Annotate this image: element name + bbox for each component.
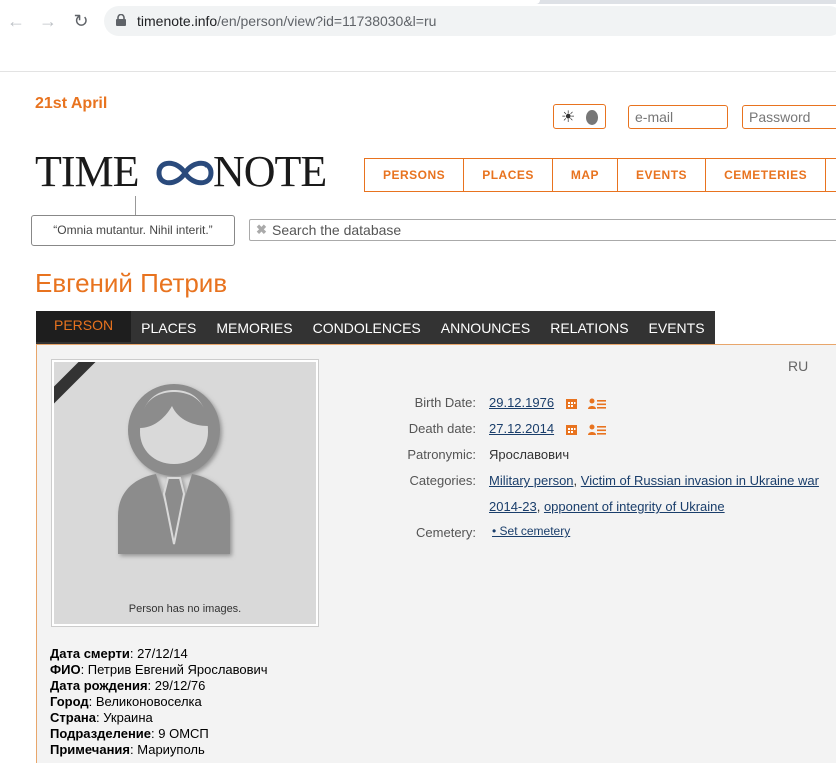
- calendar-icon[interactable]: [565, 424, 577, 436]
- person-bio: Дата смерти: 27/12/14 ФИО: Петрив Евгени…: [50, 646, 268, 758]
- infinity-icon: [156, 160, 214, 186]
- browser-chrome: ← → ↻ timenote.info/en/person/view?id=11…: [0, 0, 836, 42]
- back-arrow-icon[interactable]: ←: [4, 9, 28, 33]
- nav-cemeteries[interactable]: CEMETERIES: [706, 159, 827, 191]
- nav-persons[interactable]: PERSONS: [365, 159, 465, 191]
- sun-icon: ☀: [561, 109, 576, 126]
- email-field[interactable]: [628, 105, 728, 129]
- nav-more[interactable]: A: [826, 159, 836, 191]
- current-date: 21st April: [35, 95, 108, 112]
- no-images-caption: Person has no images.: [128, 603, 242, 615]
- bio-row: Подразделение: 9 ОМСП: [50, 726, 209, 741]
- tab-memories[interactable]: MEMORIES: [206, 311, 302, 344]
- address-bar[interactable]: timenote.info/en/person/view?id=11738030…: [104, 6, 836, 36]
- tab-announces[interactable]: ANNOUNCES: [431, 311, 540, 344]
- main-navigation: PERSONS PLACES MAP EVENTS CEMETERIES A: [364, 158, 836, 192]
- person-photo: Person has no images.: [51, 359, 319, 627]
- calendar-icon[interactable]: [565, 398, 577, 410]
- nav-places[interactable]: PLACES: [464, 159, 553, 191]
- nav-events[interactable]: EVENTS: [618, 159, 707, 191]
- tab-strip: [0, 0, 836, 4]
- language-switch[interactable]: RU: [788, 358, 808, 374]
- search-input[interactable]: [272, 220, 832, 240]
- moon-icon: [586, 110, 598, 125]
- tab-places[interactable]: PLACES: [131, 311, 206, 344]
- death-date-label: Death date:: [408, 421, 476, 436]
- bio-row: Страна: Украина: [50, 710, 153, 725]
- lock-icon: [116, 14, 126, 26]
- cemetery-label: Cemetery:: [416, 525, 476, 540]
- clear-icon[interactable]: ✖: [256, 222, 267, 238]
- page-title: Евгений Петрив: [35, 268, 228, 298]
- birth-date-row: 29.12.1976: [489, 395, 607, 410]
- site-logo[interactable]: TIME NOTE: [35, 148, 340, 196]
- category-link[interactable]: Military person: [489, 473, 574, 488]
- motto: “Omnia mutantur. Nihil interit.”: [31, 215, 235, 246]
- motto-connector: [135, 196, 136, 216]
- bio-row: ФИО: Петрив Евгений Ярославович: [50, 662, 268, 677]
- url-text: timenote.info/en/person/view?id=11738030…: [137, 13, 437, 29]
- theme-toggle[interactable]: ☀: [553, 104, 606, 129]
- person-tabs: PERSON PLACES MEMORIES CONDOLENCES ANNOU…: [36, 311, 715, 344]
- reload-icon[interactable]: ↻: [69, 9, 93, 33]
- death-date-row: 27.12.2014: [489, 421, 607, 436]
- set-cemetery-link[interactable]: • Set cemetery: [492, 524, 570, 538]
- avatar-placeholder-icon: [118, 384, 230, 554]
- bio-row: Дата рождения: 29/12/76: [50, 678, 206, 693]
- bio-row: Дата смерти: 27/12/14: [50, 646, 188, 661]
- logo-word-note: NOTE: [213, 147, 327, 196]
- mourning-ribbon: [54, 362, 104, 411]
- categories-label: Categories:: [409, 473, 476, 488]
- categories-list: Military person, Victim of Russian invas…: [489, 473, 819, 514]
- person-list-icon[interactable]: [588, 398, 607, 410]
- category-link[interactable]: opponent of integrity of Ukraine: [544, 499, 725, 514]
- tab-relations[interactable]: RELATIONS: [540, 311, 638, 344]
- tab-condolences[interactable]: CONDOLENCES: [303, 311, 431, 344]
- tab-events[interactable]: EVENTS: [639, 311, 715, 344]
- person-list-icon[interactable]: [588, 424, 607, 436]
- nav-map[interactable]: MAP: [553, 159, 619, 191]
- death-date-link[interactable]: 27.12.2014: [489, 421, 554, 436]
- patronymic-label: Patronymic:: [407, 447, 476, 462]
- bio-row: Примечания: Мариуполь: [50, 742, 205, 757]
- password-field[interactable]: [742, 105, 836, 129]
- page-divider: [0, 71, 836, 72]
- patronymic-value: Ярославович: [489, 447, 570, 462]
- birth-date-link[interactable]: 29.12.1976: [489, 395, 554, 410]
- logo-word-time: TIME: [35, 147, 140, 196]
- bio-row: Город: Великоновоселка: [50, 694, 202, 709]
- tab-person[interactable]: PERSON: [36, 311, 132, 342]
- search-box[interactable]: ✖: [249, 219, 836, 241]
- birth-date-label: Birth Date:: [414, 395, 476, 410]
- forward-arrow-icon[interactable]: →: [36, 9, 60, 33]
